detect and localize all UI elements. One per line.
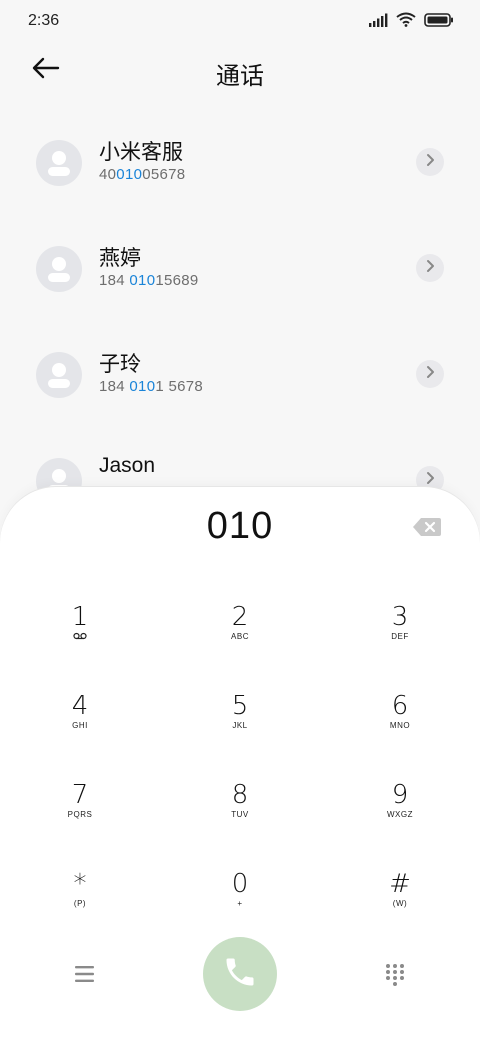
key-digit: 5 [231,691,249,721]
status-bar: 2:36 [0,0,480,40]
contact-row[interactable]: 子玲 184 0101 5678 [0,348,480,438]
contact-detail-button[interactable] [416,360,444,388]
contact-number: 184 0101 5678 [99,378,204,395]
call-button[interactable] [203,937,277,1011]
keypad-icon [382,964,408,992]
key-letters: GHI [72,721,88,730]
key-3[interactable]: 3 DEF [350,603,450,673]
wifi-icon [396,12,416,32]
contact-detail-button[interactable] [416,254,444,282]
avatar [36,140,82,186]
key-8[interactable]: 8 TUV [190,781,290,851]
key-letters: JKL [232,721,248,730]
contact-name: Jason [99,454,156,477]
backspace-icon [412,518,442,541]
key-digit: 9 [391,780,409,810]
status-time: 2:36 [28,12,60,29]
chevron-right-icon [425,153,435,172]
chevron-right-icon [425,365,435,384]
key-digit: 3 [391,602,409,632]
key-digit: 1 [71,602,89,632]
contact-number: 4001005678 [99,166,186,183]
key-9[interactable]: 9 WXGZ [350,781,450,851]
header: 通话 [0,40,480,100]
key-letters: (W) [392,899,408,908]
voicemail-icon [30,632,130,643]
chevron-right-icon [425,259,435,278]
avatar [36,246,82,292]
page-title: 通话 [216,63,264,90]
backspace-button[interactable] [412,517,444,539]
contact-row[interactable]: 燕婷 184 01015689 [0,242,480,332]
signal-icon [368,13,388,32]
dialed-number: 010 [206,505,274,547]
key-digit: 2 [231,602,249,632]
menu-button[interactable] [70,964,100,988]
contact-detail-button[interactable] [416,148,444,176]
key-digit: 0 [231,869,249,899]
contact-row[interactable]: 小米客服 4001005678 [0,136,480,226]
key-digit: 6 [391,691,409,721]
key-letters: WXGZ [387,810,413,819]
contact-name: 小米客服 [99,141,183,164]
key-letters: PQRS [67,810,93,819]
key-letters: + [237,899,243,908]
key-2[interactable]: 2 ABC [190,603,290,673]
key-letters: ABC [231,632,249,641]
key-1[interactable]: 1 [30,603,130,673]
key-letters: MNO [389,721,411,730]
avatar [36,352,82,398]
keypad-toggle-button[interactable] [382,962,408,988]
key-letters: DEF [391,632,409,641]
phone-icon [222,954,258,995]
key-6[interactable]: 6 MNO [350,692,450,762]
key-digit: 8 [231,780,249,810]
key-digit: 7 [71,780,89,810]
contact-name: 燕婷 [99,247,141,270]
menu-icon [70,966,100,988]
contact-name: 子玲 [99,353,141,376]
key-letters: (P) [73,899,87,908]
key-7[interactable]: 7 PQRS [30,781,130,851]
key-5[interactable]: 5 JKL [190,692,290,762]
key-digit: * [73,869,87,899]
key-letters: TUV [231,810,249,819]
contact-number: 184 01015689 [99,272,199,289]
battery-icon [424,12,454,32]
bottom-action-bar [0,930,480,1030]
key-digit: # [389,869,411,899]
status-icons [368,12,454,32]
key-4[interactable]: 4 GHI [30,692,130,762]
key-digit: 4 [71,691,89,721]
